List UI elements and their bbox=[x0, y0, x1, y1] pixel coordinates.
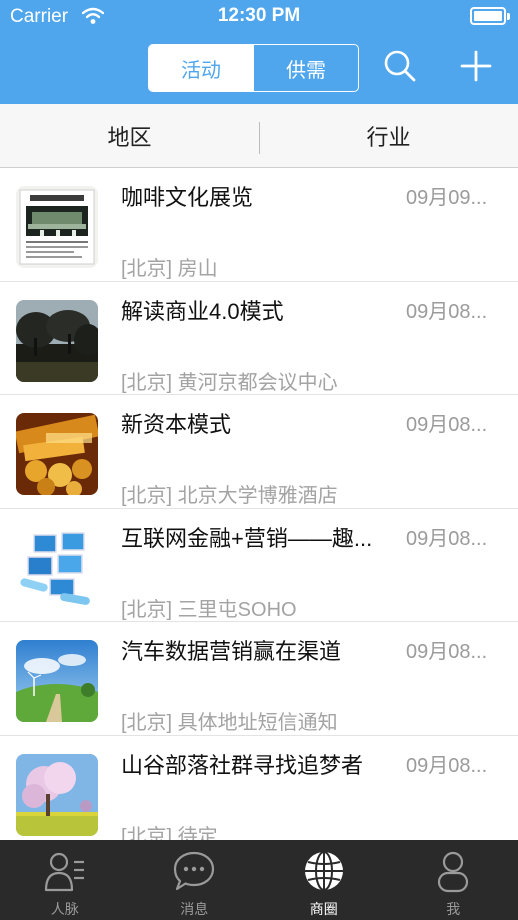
chat-bubble-icon bbox=[174, 851, 215, 891]
tab-contacts[interactable]: 人脉 bbox=[0, 840, 130, 920]
tab-label: 我 bbox=[446, 901, 461, 917]
list-item[interactable]: 解读商业4.0模式 09月08... [北京] 黄河京都会议中心 bbox=[0, 282, 518, 395]
item-title: 山谷部落社群寻找追梦者 bbox=[121, 752, 364, 778]
item-location: [北京] 待定 bbox=[121, 825, 218, 841]
item-title: 互联网金融+营销——趣... bbox=[121, 525, 373, 551]
exhibit-poster-thumbnail bbox=[16, 186, 98, 268]
tab-label: 人脉 bbox=[50, 901, 79, 917]
dark-trees-thumbnail bbox=[16, 299, 98, 382]
network-screens-thumbnail bbox=[16, 526, 98, 609]
tab-business-circle[interactable]: 商圈 bbox=[259, 840, 389, 920]
list-item[interactable]: 山谷部落社群寻找追梦者 09月08... [北京] 待定 bbox=[0, 736, 518, 841]
item-date: 09月08... bbox=[406, 414, 488, 436]
list-item[interactable]: 咖啡文化展览 09月09... [北京] 房山 bbox=[0, 168, 518, 282]
item-location: [北京] 具体地址短信通知 bbox=[121, 712, 338, 734]
segment-supply-demand[interactable]: 供需 bbox=[253, 45, 358, 91]
segment-activities[interactable]: 活动 bbox=[149, 45, 253, 91]
blossom-tree-thumbnail bbox=[16, 753, 98, 836]
item-location: [北京] 黄河京都会议中心 bbox=[121, 371, 338, 394]
tab-me[interactable]: 我 bbox=[389, 840, 518, 920]
item-date: 09月09... bbox=[406, 187, 488, 209]
filter-industry[interactable]: 行业 bbox=[259, 104, 518, 167]
item-location: [北京] 北京大学博雅酒店 bbox=[121, 485, 338, 507]
status-bar: Carrier 12:30 PM bbox=[0, 0, 518, 34]
search-button[interactable] bbox=[382, 46, 418, 86]
battery-icon bbox=[470, 7, 510, 25]
tab-messages[interactable]: 消息 bbox=[130, 840, 260, 920]
clock: 12:30 PM bbox=[217, 5, 301, 26]
item-title: 新资本模式 bbox=[121, 412, 232, 437]
item-date: 09月08... bbox=[406, 527, 488, 550]
item-date: 09月08... bbox=[406, 754, 488, 777]
item-date: 09月08... bbox=[406, 300, 488, 323]
segmented-control: 活动 供需 bbox=[148, 44, 359, 92]
tab-label: 商圈 bbox=[309, 901, 338, 917]
list-item[interactable]: 互联网金融+营销——趣... 09月08... [北京] 三里屯SOHO bbox=[0, 509, 518, 622]
filter-bar: 地区 行业 bbox=[0, 104, 518, 168]
windmill-field-thumbnail bbox=[16, 640, 98, 722]
item-location: [北京] 三里屯SOHO bbox=[121, 598, 297, 621]
activity-list: 咖啡文化展览 09月09... [北京] 房山 解读商业4.0模式 09月08.… bbox=[0, 168, 518, 840]
contacts-icon bbox=[44, 852, 84, 892]
header: Carrier 12:30 PM 活动 供需 bbox=[0, 0, 518, 104]
item-date: 09月08... bbox=[406, 641, 488, 663]
plus-icon bbox=[460, 50, 492, 82]
add-button[interactable] bbox=[458, 46, 494, 86]
item-location: [北京] 房山 bbox=[121, 258, 218, 280]
list-item[interactable]: 汽车数据营销赢在渠道 09月08... [北京] 具体地址短信通知 bbox=[0, 622, 518, 736]
filter-region[interactable]: 地区 bbox=[0, 104, 259, 167]
person-icon bbox=[438, 851, 469, 893]
tab-label: 消息 bbox=[180, 901, 209, 917]
filter-divider bbox=[259, 122, 260, 154]
list-item[interactable]: 新资本模式 09月08... [北京] 北京大学博雅酒店 bbox=[0, 395, 518, 509]
search-icon bbox=[384, 50, 416, 82]
globe-icon bbox=[304, 851, 343, 891]
item-title: 解读商业4.0模式 bbox=[121, 298, 284, 324]
item-title: 咖啡文化展览 bbox=[121, 185, 254, 210]
tab-bar: 人脉 消息 商圈 我 bbox=[0, 840, 518, 920]
item-title: 汽车数据营销赢在渠道 bbox=[121, 639, 342, 664]
gold-coins-thumbnail bbox=[16, 413, 98, 495]
